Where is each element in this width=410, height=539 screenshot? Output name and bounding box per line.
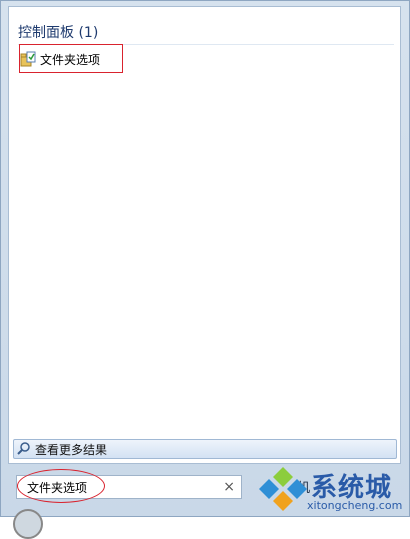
watermark-domain: xitongcheng.com — [307, 499, 403, 512]
result-item-folder-options[interactable]: 文件夹选项 — [20, 46, 122, 72]
search-icon — [17, 441, 31, 458]
results-group-header: 控制面板 (1) — [18, 22, 394, 45]
watermark: 系统城 xitongcheng.com — [257, 465, 407, 515]
start-orb-icon[interactable] — [13, 509, 43, 539]
search-results-panel: 控制面板 (1) 文件夹选项 查看更多结果 — [8, 6, 401, 464]
result-item-label: 文件夹选项 — [40, 52, 101, 67]
start-menu: 控制面板 (1) 文件夹选项 查看更多结果 文件夹选项 × 系统城 xitong… — [0, 0, 410, 539]
annotation-circle — [17, 469, 105, 503]
see-more-label: 查看更多结果 — [35, 442, 108, 457]
watermark-logo-icon — [259, 467, 307, 511]
see-more-results-button[interactable]: 查看更多结果 — [13, 439, 397, 459]
folder-options-icon — [20, 51, 36, 67]
clear-search-icon[interactable]: × — [223, 479, 235, 495]
